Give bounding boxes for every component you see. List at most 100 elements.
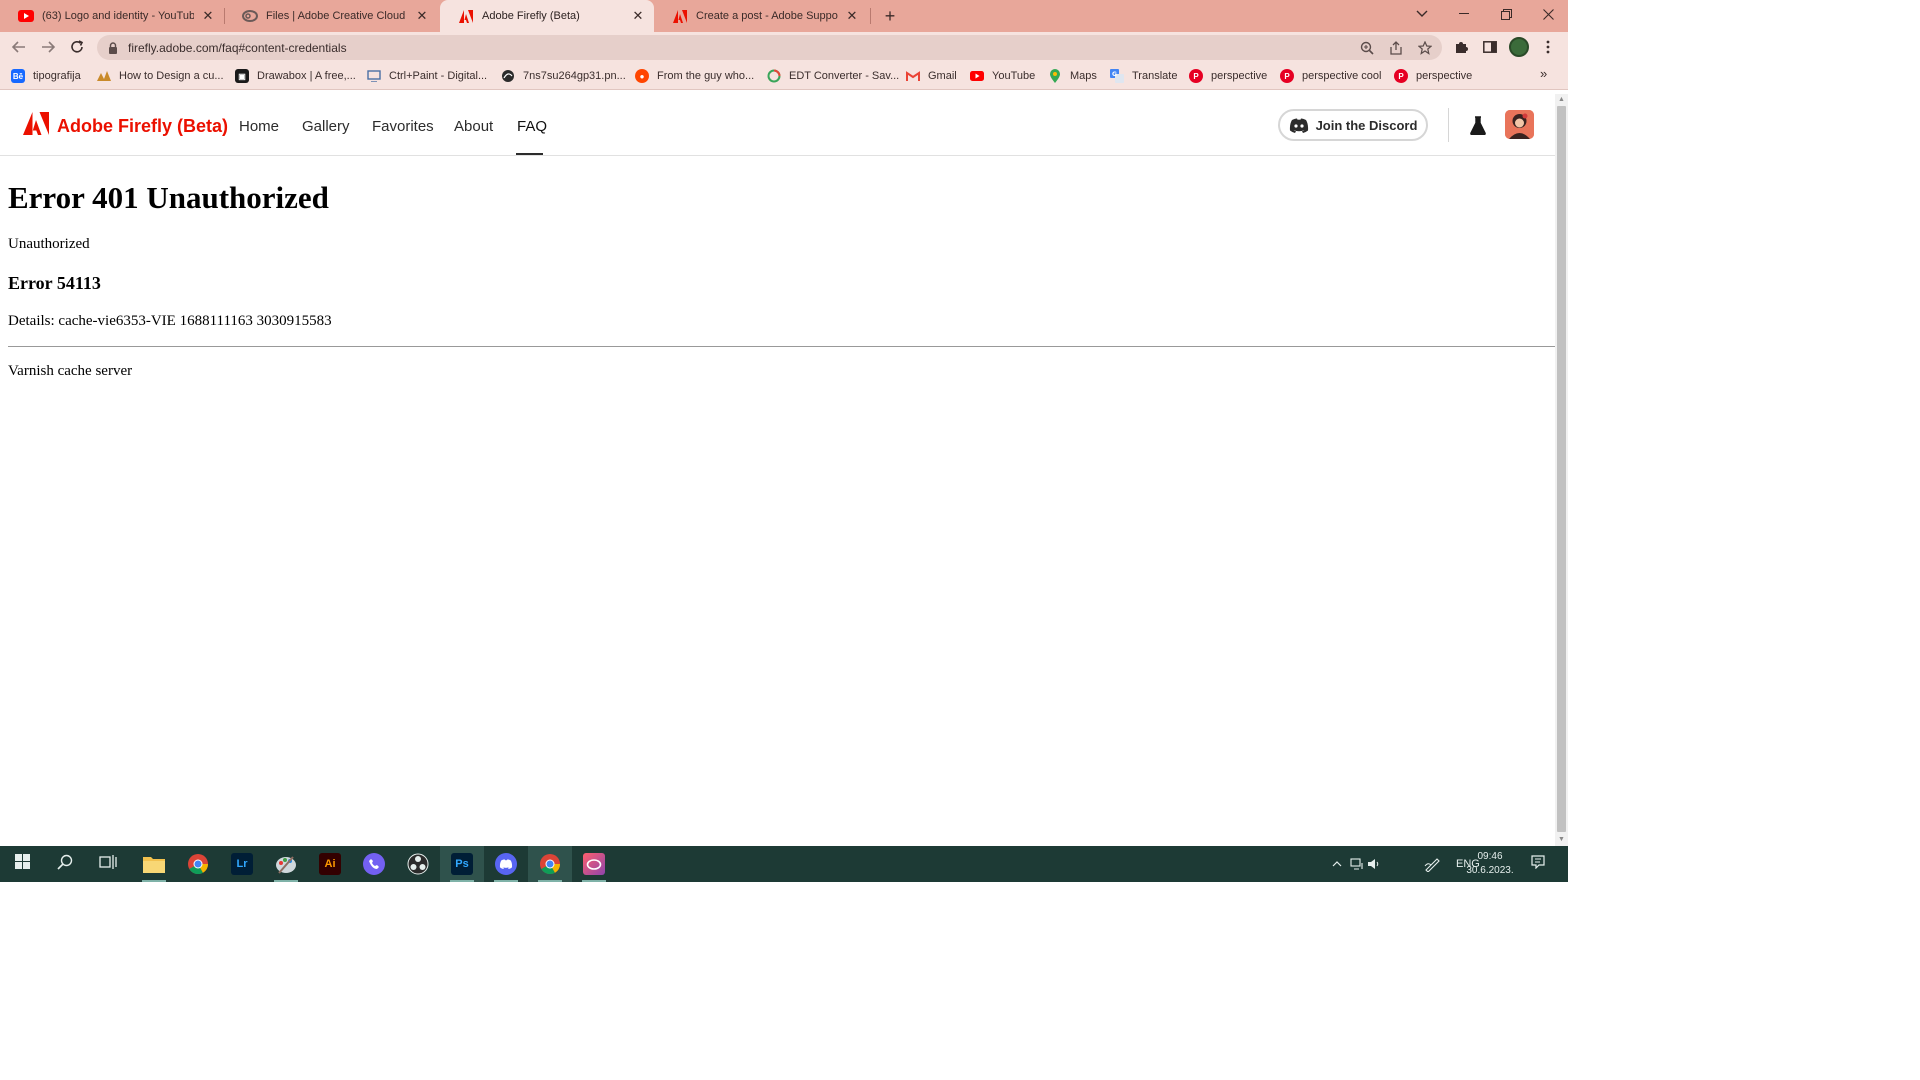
start-button[interactable] (0, 846, 44, 882)
taskbar-viber[interactable] (352, 846, 396, 882)
adobe-logo-icon (23, 112, 49, 140)
bookmarks-overflow-icon[interactable]: » (1540, 66, 1547, 81)
browser-menu-icon[interactable] (1537, 36, 1559, 58)
close-tab-icon[interactable]: ✕ (630, 8, 646, 24)
bookmark-label: How to Design a cu... (119, 70, 224, 82)
search-icon (57, 854, 73, 875)
side-panel-icon[interactable] (1479, 36, 1501, 58)
bookmark-item[interactable]: YouTube (970, 67, 1035, 85)
profile-avatar[interactable] (1509, 37, 1529, 57)
reload-icon[interactable] (66, 36, 88, 58)
tab-creative-cloud[interactable]: Files | Adobe Creative Cloud ✕ (224, 2, 438, 30)
tab-adobe-support[interactable]: Create a post - Adobe Support C ✕ (654, 2, 868, 30)
system-tray: ENG (1330, 846, 1480, 882)
close-window-icon[interactable] (1528, 0, 1568, 28)
bookmark-item[interactable]: P perspective (1394, 67, 1472, 85)
taskbar-chrome-active[interactable] (528, 846, 572, 882)
running-indicator (142, 880, 166, 882)
address-bar[interactable]: firefly.adobe.com/faq#content-credential… (97, 35, 1442, 60)
notification-center-button[interactable] (1518, 846, 1558, 882)
bookmark-item[interactable]: P perspective cool (1280, 67, 1382, 85)
page-scrollbar[interactable]: ▲ ▼ (1555, 94, 1568, 846)
nav-about[interactable]: About (454, 118, 493, 135)
pinterest-icon: P (1280, 69, 1294, 83)
scrollbar-thumb[interactable] (1557, 106, 1566, 832)
tab-search-chevron-icon[interactable] (1402, 0, 1442, 28)
nav-favorites[interactable]: Favorites (372, 118, 434, 135)
brand-name: Adobe Firefly (Beta) (57, 115, 229, 136)
nav-home[interactable]: Home (239, 118, 279, 135)
forward-icon[interactable] (37, 36, 59, 58)
drawabox-icon: ▣ (235, 69, 249, 83)
scroll-down-icon[interactable]: ▼ (1557, 835, 1566, 844)
tab-adobe-firefly[interactable]: Adobe Firefly (Beta) ✕ (440, 0, 654, 32)
taskbar-obs[interactable] (396, 846, 440, 882)
youtube-icon (970, 69, 984, 83)
bookmark-item[interactable]: Gmail (906, 67, 957, 85)
user-avatar[interactable] (1505, 110, 1534, 139)
restore-icon[interactable] (1486, 0, 1526, 28)
share-icon[interactable] (1386, 38, 1405, 57)
bookmark-item[interactable]: Ctrl+Paint - Digital... (367, 67, 487, 85)
bookmark-label: Gmail (928, 70, 957, 82)
brand-logo[interactable]: Adobe Firefly (Beta) (23, 112, 228, 140)
nav-gallery[interactable]: Gallery (302, 118, 350, 135)
taskbar-photoshop[interactable]: Ps (440, 846, 484, 882)
lock-icon[interactable] (108, 41, 122, 54)
bookmark-item[interactable]: Maps (1048, 67, 1097, 85)
error-code: Error 54113 (8, 273, 101, 293)
tray-overflow-chevron-icon[interactable] (1330, 861, 1344, 867)
system-clock[interactable]: 09:46 30.6.2023. (1462, 850, 1518, 878)
scroll-up-icon[interactable]: ▲ (1557, 95, 1566, 104)
bookmark-star-icon[interactable] (1415, 38, 1434, 57)
close-tab-icon[interactable]: ✕ (414, 8, 430, 24)
image-icon (501, 69, 515, 83)
bookmark-item[interactable]: ● From the guy who... (635, 67, 754, 85)
bookmark-item[interactable]: ▣ Drawabox | A free,... (235, 67, 356, 85)
extensions-puzzle-icon[interactable] (1450, 36, 1472, 58)
search-button[interactable] (43, 846, 87, 882)
tab-title: Create a post - Adobe Support C (696, 10, 838, 22)
server-signature: Varnish cache server (8, 363, 133, 379)
taskbar-chrome[interactable] (176, 846, 220, 882)
taskbar-file-explorer[interactable] (132, 846, 176, 882)
close-tab-icon[interactable]: ✕ (200, 8, 216, 24)
bookmark-item[interactable]: EDT Converter - Sav... (767, 67, 899, 85)
creative-cloud-icon (583, 853, 605, 875)
new-tab-button[interactable]: + (880, 6, 900, 26)
bookmark-item[interactable]: 7ns7su264gp31.pn... (501, 67, 626, 85)
network-icon[interactable] (1348, 858, 1366, 870)
illustrator-icon: Ai (319, 853, 341, 875)
svg-text:G: G (1112, 71, 1117, 78)
bookmark-label: perspective (1416, 70, 1473, 82)
bookmark-label: Maps (1070, 70, 1097, 82)
tab-youtube[interactable]: (63) Logo and identity - YouTube ✕ (0, 2, 224, 30)
join-discord-button[interactable]: Join the Discord (1278, 109, 1428, 141)
bookmark-label: perspective cool (1302, 70, 1382, 82)
taskbar-creative-cloud[interactable] (572, 846, 616, 882)
tab-title: Files | Adobe Creative Cloud (266, 10, 406, 22)
running-indicator (582, 880, 606, 882)
minimize-icon[interactable] (1444, 0, 1484, 28)
maps-icon (1048, 69, 1062, 83)
nav-faq[interactable]: FAQ (517, 118, 547, 135)
flask-icon[interactable] (1468, 114, 1488, 136)
task-view-button[interactable] (86, 846, 130, 882)
bookmark-label: perspective (1211, 70, 1268, 82)
taskbar-lightroom[interactable]: Lr (220, 846, 264, 882)
close-tab-icon[interactable]: ✕ (844, 8, 860, 24)
bookmark-item[interactable]: P perspective (1189, 67, 1267, 85)
volume-icon[interactable] (1366, 858, 1382, 870)
taskbar-paint-app[interactable] (264, 846, 308, 882)
taskbar-illustrator[interactable]: Ai (308, 846, 352, 882)
bookmark-item[interactable]: How to Design a cu... (97, 67, 224, 85)
adobe-icon (458, 8, 474, 24)
bookmark-item[interactable]: G Translate (1110, 67, 1177, 85)
taskbar-discord[interactable] (484, 846, 528, 882)
pen-workspace-icon[interactable] (1422, 856, 1444, 872)
zoom-icon[interactable] (1357, 38, 1376, 57)
back-icon[interactable] (8, 36, 30, 58)
clock-time: 09:46 (1477, 851, 1503, 862)
bookmark-item[interactable]: Bē tipografija (11, 67, 81, 85)
reddit-icon: ● (635, 69, 649, 83)
